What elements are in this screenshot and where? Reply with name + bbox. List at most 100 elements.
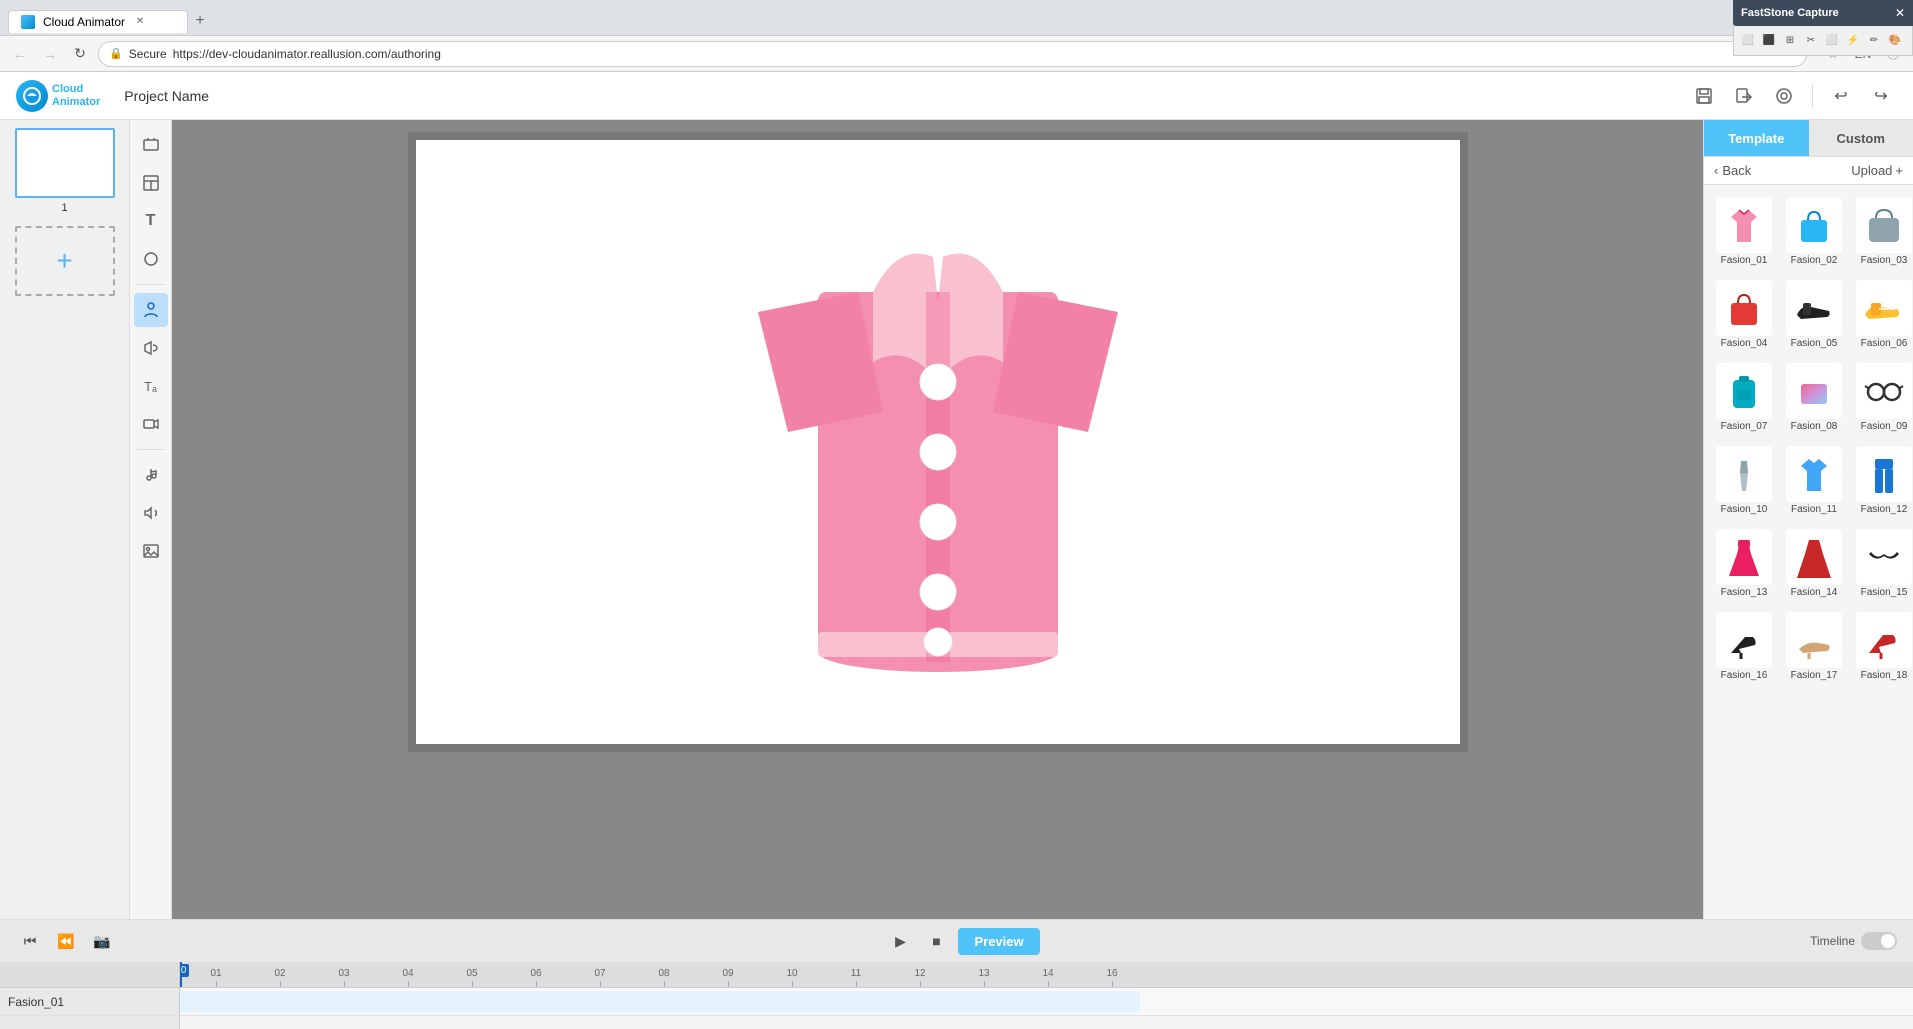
toolbar-character-btn[interactable]: [134, 293, 168, 327]
template-thumb-fasion_03: [1856, 197, 1912, 253]
template-item-fasion_10[interactable]: Fasion_10: [1712, 442, 1776, 519]
back-nav-btn[interactable]: ←: [8, 42, 32, 66]
template-item-fasion_12[interactable]: Fasion_12: [1852, 442, 1913, 519]
toolbar-text-btn[interactable]: T: [134, 204, 168, 238]
header-toolbar: ↩ ↪: [1688, 80, 1897, 112]
template-thumb-fasion_08: [1786, 363, 1842, 419]
toolbar-layout-btn[interactable]: [134, 166, 168, 200]
canvas-inner[interactable]: [416, 140, 1460, 744]
toolbar-video-btn[interactable]: [134, 407, 168, 441]
right-panel: Template Custom ‹ Back Upload + Fasion_0…: [1703, 120, 1913, 1029]
project-name: Project Name: [124, 88, 209, 104]
fs-btn-8[interactable]: 🎨: [1885, 31, 1905, 51]
url-bar[interactable]: 🔒 Secure https://dev-cloudanimator.reall…: [98, 41, 1807, 67]
toolbar-sound-btn[interactable]: [134, 496, 168, 530]
undo-btn[interactable]: ↩: [1825, 80, 1857, 112]
add-slide-btn[interactable]: +: [15, 226, 115, 296]
track-name: Fasion_01: [8, 995, 64, 1009]
fs-btn-3[interactable]: ⊞: [1780, 31, 1800, 51]
template-label-fasion_13: Fasion_13: [1721, 587, 1768, 598]
toolbar-font-btn[interactable]: Tₐ: [134, 369, 168, 403]
fs-btn-5[interactable]: ⬜: [1822, 31, 1842, 51]
fs-btn-4[interactable]: ✂: [1801, 31, 1821, 51]
toolbar-media-btn[interactable]: [134, 128, 168, 162]
template-label-fasion_14: Fasion_14: [1791, 587, 1838, 598]
template-tab[interactable]: Template: [1704, 120, 1809, 156]
new-tab-button[interactable]: +: [188, 9, 212, 33]
upload-button[interactable]: Upload +: [1851, 163, 1903, 178]
export-btn[interactable]: [1728, 80, 1760, 112]
preview-header-btn[interactable]: [1768, 80, 1800, 112]
tab-close-btn[interactable]: ✕: [133, 15, 147, 29]
canvas-area: [172, 120, 1703, 1029]
stop-btn[interactable]: ■: [922, 927, 950, 955]
faststone-title: FastStone Capture: [1741, 7, 1839, 19]
template-thumb-fasion_07: [1716, 363, 1772, 419]
template-item-fasion_16[interactable]: Fasion_16: [1712, 608, 1776, 685]
timeline-text: Timeline: [1810, 934, 1855, 948]
upload-label: Upload: [1851, 163, 1892, 178]
slide-1-thumb[interactable]: 1: [15, 128, 115, 198]
toolbar-image-btn[interactable]: [134, 534, 168, 568]
play-btn[interactable]: ▶: [886, 927, 914, 955]
template-item-fasion_07[interactable]: Fasion_07: [1712, 359, 1776, 436]
active-tab[interactable]: Cloud Animator ✕: [8, 10, 188, 33]
timeline-toggle-area: Timeline: [1810, 932, 1897, 950]
template-label-fasion_07: Fasion_07: [1721, 421, 1768, 432]
preview-button[interactable]: Preview: [958, 928, 1039, 955]
fs-btn-1[interactable]: ⬜: [1738, 31, 1758, 51]
faststone-toolbar: ⬜ ⬛ ⊞ ✂ ⬜ ⚡ ✏ 🎨: [1733, 26, 1913, 56]
template-item-fasion_06[interactable]: Fasion_06: [1852, 276, 1913, 353]
template-item-fasion_05[interactable]: Fasion_05: [1782, 276, 1846, 353]
toolbar-shape-btn[interactable]: [134, 242, 168, 276]
fs-btn-7[interactable]: ✏: [1864, 31, 1884, 51]
template-item-fasion_14[interactable]: Fasion_14: [1782, 525, 1846, 602]
template-grid: Fasion_01Fasion_02Fasion_03Fasion_04Fasi…: [1712, 193, 1905, 685]
template-item-fasion_18[interactable]: Fasion_18: [1852, 608, 1913, 685]
template-item-fasion_04[interactable]: Fasion_04: [1712, 276, 1776, 353]
template-label-fasion_17: Fasion_17: [1791, 670, 1838, 681]
back-chevron-icon: ‹: [1714, 163, 1718, 178]
collapse-panel-btn[interactable]: ‹: [129, 555, 130, 595]
template-item-fasion_17[interactable]: Fasion_17: [1782, 608, 1846, 685]
template-thumb-fasion_14: [1786, 529, 1842, 585]
template-item-fasion_01[interactable]: Fasion_01: [1712, 193, 1776, 270]
template-item-fasion_11[interactable]: Fasion_11: [1782, 442, 1846, 519]
template-label-fasion_03: Fasion_03: [1861, 255, 1908, 266]
left-toolbar: T Tₐ: [130, 120, 172, 1029]
toolbar-audio-btn[interactable]: [134, 331, 168, 365]
track-clip[interactable]: [180, 991, 1140, 1012]
timeline-toggle[interactable]: [1861, 932, 1897, 950]
save-btn[interactable]: [1688, 80, 1720, 112]
step-back-btn[interactable]: ⏪: [52, 927, 80, 955]
redo-btn[interactable]: ↪: [1865, 80, 1897, 112]
toolbar-divider-1: [137, 284, 165, 285]
timeline-ruler-tracks: 00.0 010203040506070809101112131416: [180, 962, 1913, 1029]
template-item-fasion_02[interactable]: Fasion_02: [1782, 193, 1846, 270]
screenshot-timeline-btn[interactable]: 📷: [88, 927, 116, 955]
template-label-fasion_16: Fasion_16: [1721, 670, 1768, 681]
template-item-fasion_03[interactable]: Fasion_03: [1852, 193, 1913, 270]
right-panel-header: ‹ Back Upload +: [1704, 157, 1913, 185]
template-item-fasion_13[interactable]: Fasion_13: [1712, 525, 1776, 602]
template-item-fasion_08[interactable]: Fasion_08: [1782, 359, 1846, 436]
custom-tab[interactable]: Custom: [1809, 120, 1913, 156]
template-item-fasion_15[interactable]: Fasion_15: [1852, 525, 1913, 602]
tab-list: Cloud Animator ✕ +: [8, 3, 212, 33]
address-bar-area: ← → ↻ 🔒 Secure https://dev-cloudanimator…: [0, 36, 1913, 72]
forward-nav-btn[interactable]: →: [38, 42, 62, 66]
timeline-controls: ⏮ ⏪ 📷 ▶ ■ Preview Timeline: [0, 920, 1913, 962]
back-button[interactable]: ‹ Back: [1714, 163, 1751, 178]
secure-label: Secure: [129, 47, 167, 61]
toolbar-music-btn[interactable]: [134, 458, 168, 492]
browser-tab-bar: Cloud Animator ✕ + — □ ✕: [0, 0, 1913, 36]
fs-btn-6[interactable]: ⚡: [1843, 31, 1863, 51]
template-item-fasion_09[interactable]: Fasion_09: [1852, 359, 1913, 436]
fs-btn-2[interactable]: ⬛: [1759, 31, 1779, 51]
template-thumb-fasion_17: [1786, 612, 1842, 668]
rewind-btn[interactable]: ⏮: [16, 927, 44, 955]
faststone-close-btn[interactable]: ✕: [1895, 6, 1905, 20]
template-thumb-fasion_12: [1856, 446, 1912, 502]
template-thumb-fasion_10: [1716, 446, 1772, 502]
refresh-btn[interactable]: ↻: [68, 42, 92, 66]
